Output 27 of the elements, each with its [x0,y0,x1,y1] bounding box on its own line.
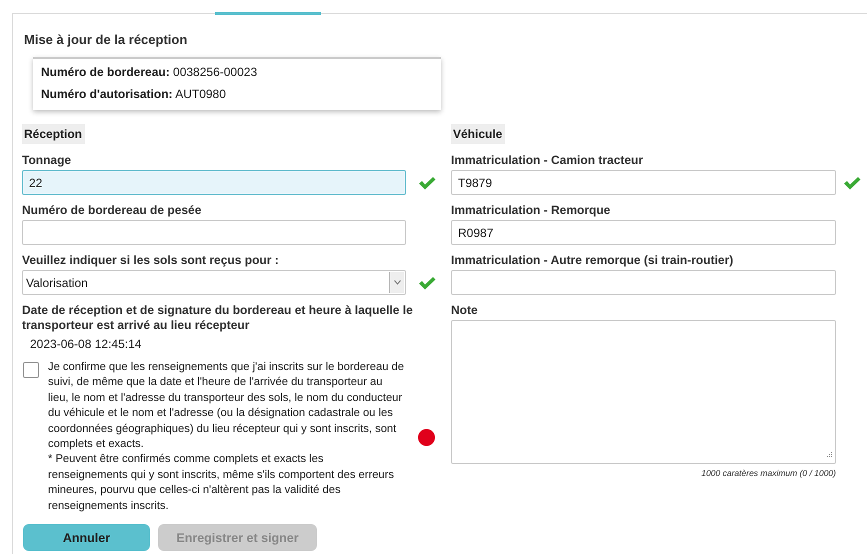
input-field[interactable]: T9879 [451,170,836,195]
date-value: 2023-06-08 12:45:14 [29,336,142,352]
field-label: Immatriculation - Remorque [451,203,612,218]
confirm-checkbox[interactable] [23,362,39,378]
confirmation-text: Je confirme que les renseignements que j'ai inscrits sur le bordereau de suivi, de même que la date et l'heure de l'arrivée du transporteur au lieu, le nom et l'adresse du transporteur des sols, le nom du conducteur du véhicule et le nom et l'adresse (ou la désignation cadastrale ou les coordonnées géographiques) du lieu récepteur qui y sont inscrits, sont complets et exacts. [48,360,405,452]
field-label: Note [451,303,479,318]
input-field[interactable]: R0987 [451,220,836,245]
input-field[interactable] [451,270,836,295]
field-label: Tonnage [22,153,72,168]
caret-icon [394,280,400,285]
action-button[interactable]: Annuler [23,524,150,552]
page-title: Mise à jour de la réception [23,31,188,48]
input-field[interactable] [22,220,406,245]
info-line: Numéro d'autorisation: AUT0980 [41,86,227,102]
input-field[interactable]: 22 [22,170,406,195]
section-heading: Réception [22,124,86,144]
field-label: Immatriculation - Autre remorque (si train-routier) [451,253,734,268]
note-field[interactable] [451,320,836,464]
field-label: Date de réception et de signature du bordereau et heure à laquelle le transporteur est arrivé au lieu récepteur [22,303,414,333]
section-heading: Véhicule [451,124,506,144]
footnote-text: * Peuvent être confirmés comme complets et exacts les renseignements qui y sont inscrits, même s'ils comportent des erreurs mineures, pourvu que celles-ci n'altèrent pas la validité des renseignements inscrits. [48,452,395,514]
field-label: Veuillez indiquer si les sols sont reçus pour : [22,253,280,268]
field-label: Immatriculation - Camion tracteur [451,153,644,168]
character-counter: 1000 caratères maximum (0 / 1000) [700,468,836,478]
field-label: Numéro de bordereau de pesée [22,203,202,218]
info-line: Numéro de bordereau: 0038256-00023 [41,64,258,80]
dropdown-field[interactable]: Valorisation [22,270,406,295]
